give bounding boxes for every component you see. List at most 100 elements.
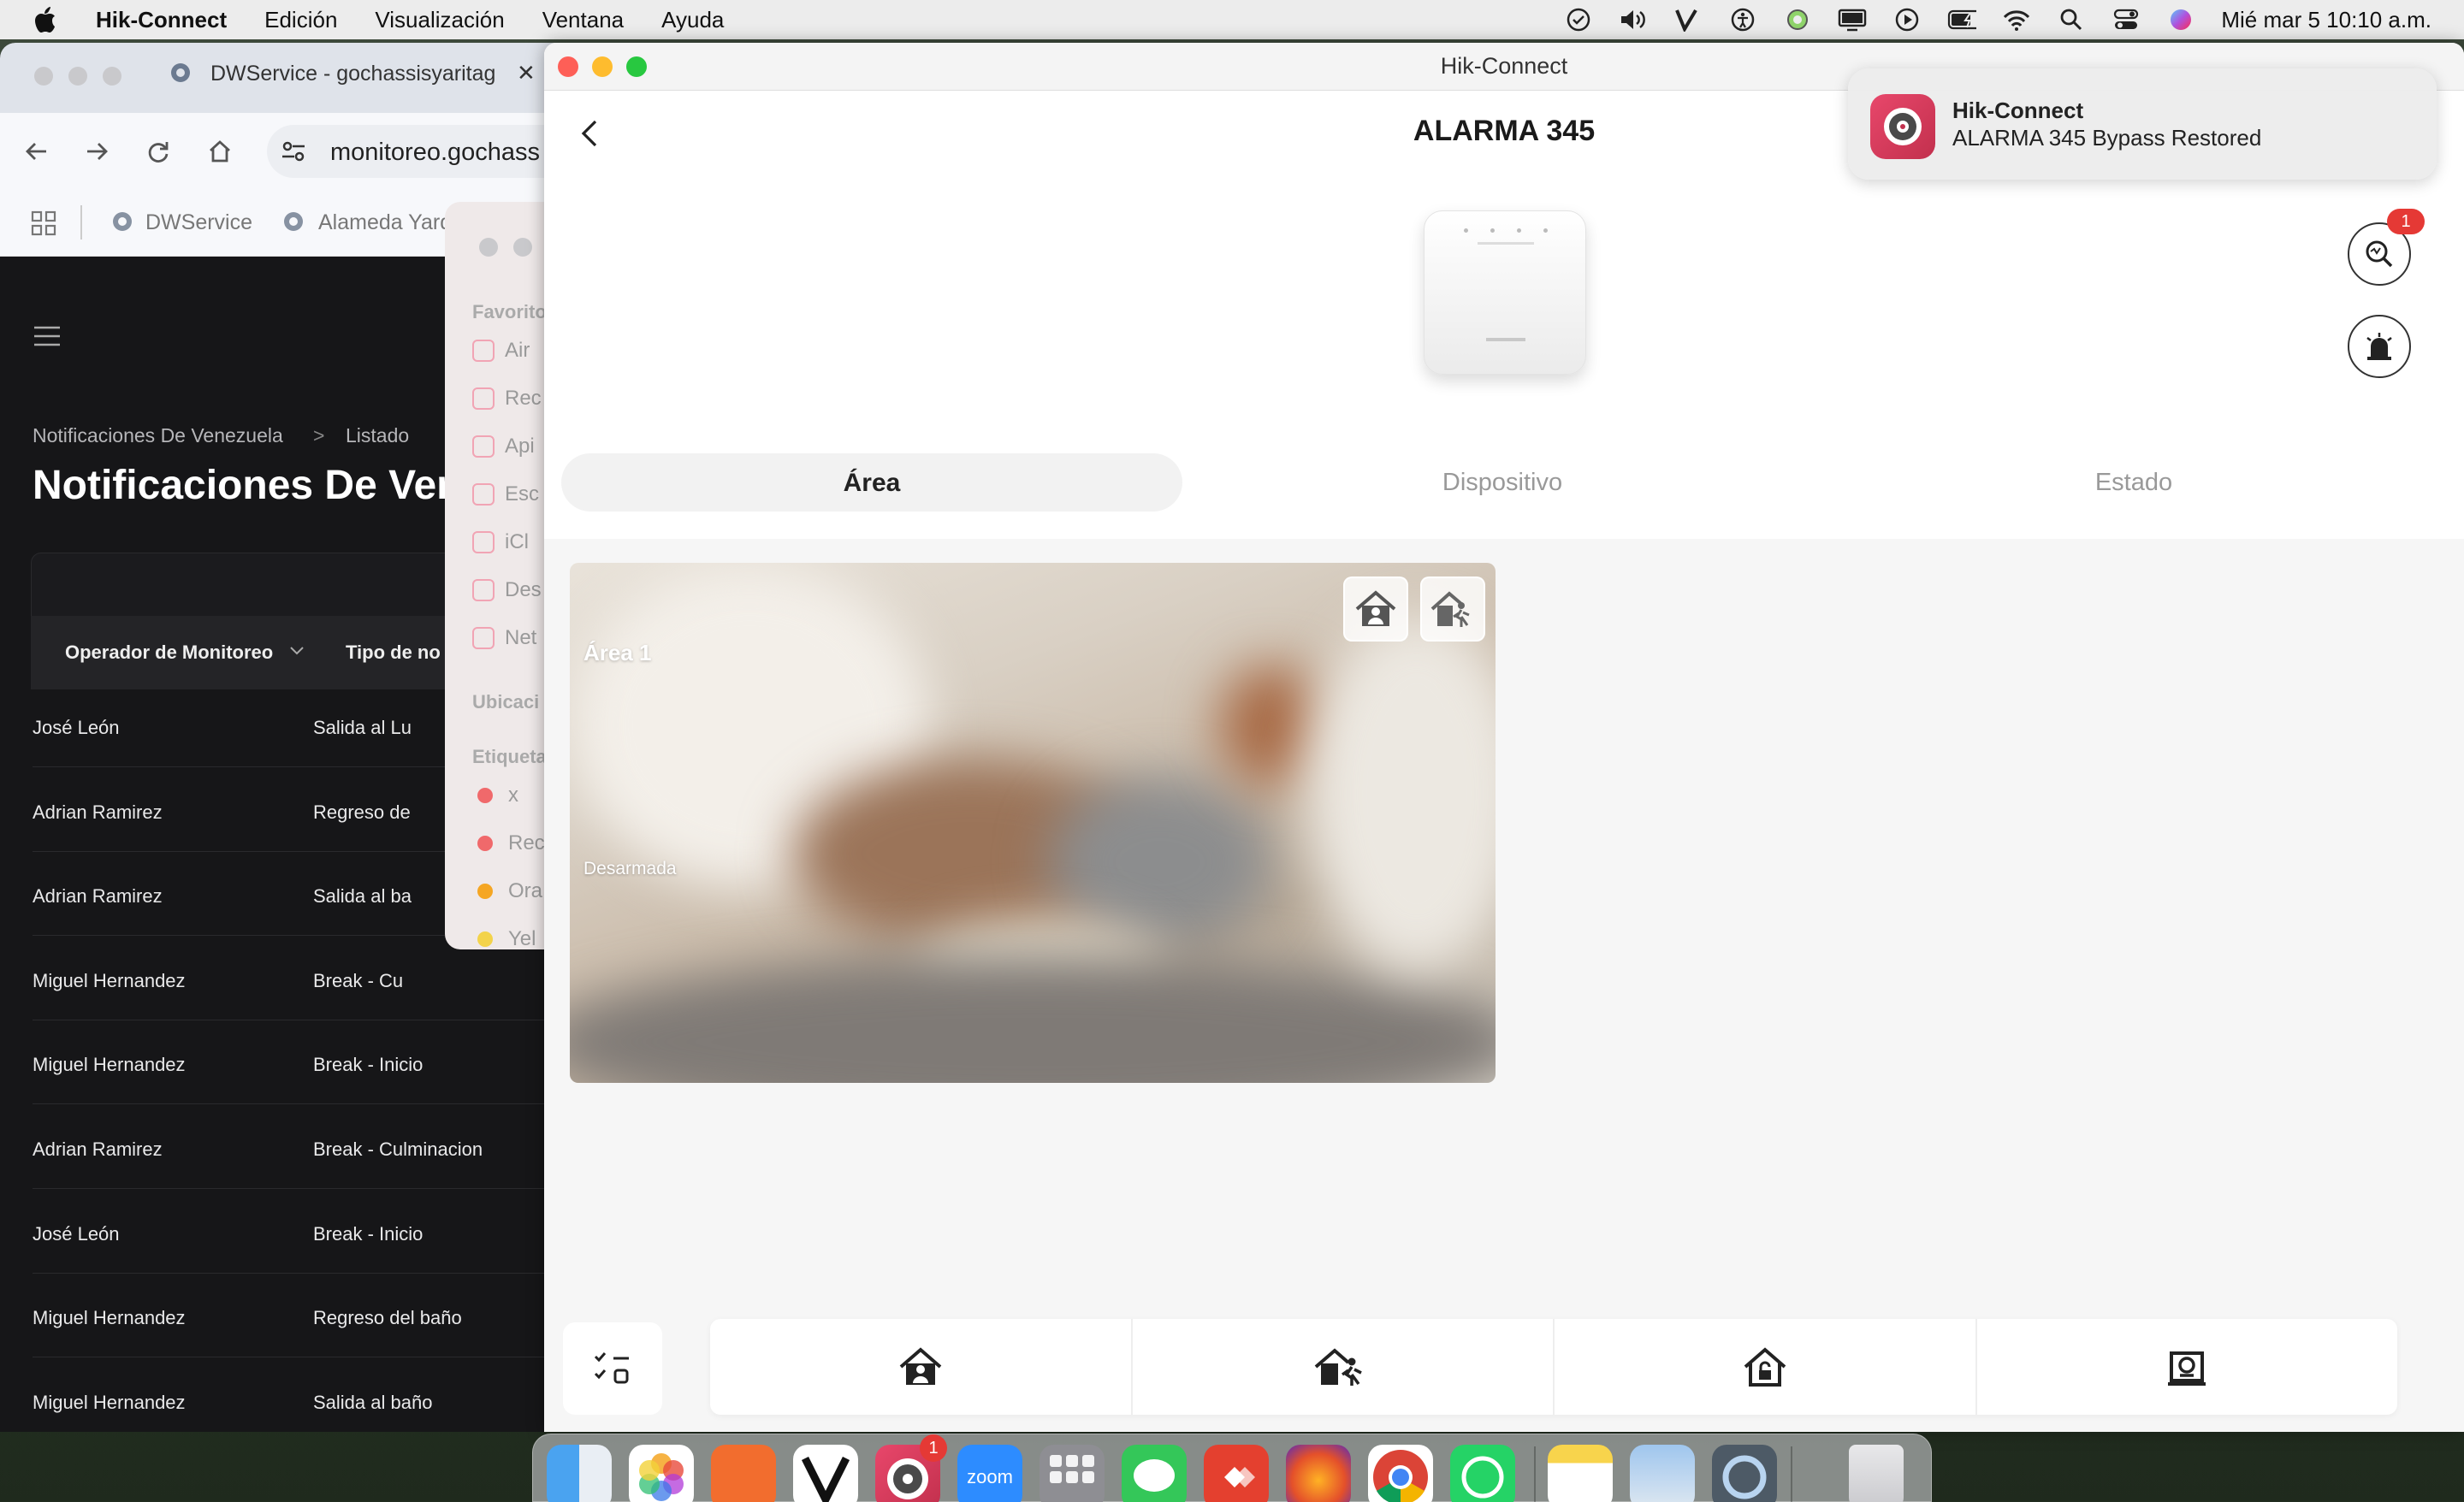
column-header-tipo[interactable]: Tipo de no	[346, 642, 441, 664]
chevron-down-icon[interactable]	[289, 645, 305, 661]
breadcrumb-item-2[interactable]: Listado	[346, 424, 409, 447]
browser-tab-title[interactable]: DWService - gochassisyaritag	[210, 62, 498, 86]
finder-favorites-label: Favorito	[472, 301, 547, 322]
finder-sidebar-item[interactable]: iCl	[472, 530, 529, 554]
away-arm-all-button[interactable]	[1133, 1319, 1555, 1415]
event-search-button[interactable]: 1	[2348, 209, 2425, 286]
table-row[interactable]: Miguel Hernandez Salida al baño	[33, 1364, 580, 1432]
table-row[interactable]: Miguel Hernandez Regreso del baño	[33, 1280, 580, 1358]
siri-icon[interactable]	[2166, 8, 2195, 32]
close-window-dot[interactable]	[34, 67, 53, 86]
search-icon[interactable]	[2057, 8, 2086, 32]
tab-dispositivo[interactable]: Dispositivo	[1348, 469, 1656, 497]
firefox-dock-icon[interactable]	[1286, 1445, 1351, 1502]
whatsapp-dock-icon[interactable]	[1450, 1445, 1515, 1502]
home-person-icon	[899, 1347, 942, 1385]
vectorworks-icon[interactable]	[1673, 8, 1703, 32]
finder-tag-item[interactable]: Rec	[477, 831, 545, 855]
hik-connect-dock-icon[interactable]: 1	[875, 1434, 947, 1502]
siren-button[interactable]	[2348, 315, 2411, 378]
rd-client-dock-icon[interactable]	[711, 1445, 776, 1502]
tab-area[interactable]: Área	[561, 453, 1182, 512]
anydesk-dock-icon[interactable]	[1204, 1445, 1269, 1502]
maximize-button[interactable]	[626, 56, 647, 77]
stay-arm-all-button[interactable]	[710, 1319, 1133, 1415]
close-tab-icon[interactable]: ✕	[517, 60, 536, 86]
multi-select-button[interactable]	[563, 1322, 662, 1415]
menu-edicion[interactable]: Edición	[264, 7, 337, 33]
display-icon[interactable]	[1838, 8, 1867, 32]
notification-message: ALARMA 345 Bypass Restored	[1952, 125, 2262, 151]
area-card[interactable]: Área 1 Desarmada	[570, 563, 1496, 1083]
address-bar[interactable]: monitoreo.gochass	[267, 125, 582, 178]
tab-estado[interactable]: Estado	[1980, 469, 2288, 497]
column-header-operador[interactable]: Operador de Monitoreo	[65, 642, 273, 664]
menu-visualizacion[interactable]: Visualización	[375, 7, 504, 33]
bookmark-alameda[interactable]: Alameda Yard	[318, 210, 452, 235]
photos-dock-icon[interactable]	[629, 1445, 694, 1502]
volume-icon[interactable]	[1619, 8, 1648, 32]
finder-tag-item[interactable]: x	[477, 784, 518, 807]
apple-icon[interactable]	[33, 6, 67, 33]
menu-app-name[interactable]: Hik-Connect	[96, 7, 227, 33]
blur-window	[1306, 614, 1496, 973]
vectorworks-dock-icon[interactable]	[793, 1445, 858, 1502]
bookmark-dwservice[interactable]: DWService	[145, 210, 252, 235]
finder-sidebar-item[interactable]: Api	[472, 435, 535, 458]
disarm-all-button[interactable]	[1555, 1319, 1977, 1415]
breadcrumb-item-1[interactable]: Notificaciones De Venezuela	[33, 424, 283, 447]
table-row[interactable]: José León Break - Inicio	[33, 1196, 580, 1274]
zoom-dock-icon[interactable]: zoom	[957, 1445, 1022, 1502]
notes-dock-icon[interactable]	[1548, 1445, 1613, 1502]
home-icon[interactable]	[207, 139, 233, 169]
finder-sidebar-item[interactable]: Net	[472, 626, 536, 650]
finder-sidebar-item[interactable]: Air	[472, 339, 530, 363]
finder-item-label: Des	[505, 578, 542, 601]
finder-sidebar-item[interactable]: Rec	[472, 387, 542, 411]
finder-tag-item[interactable]: Ora	[477, 879, 542, 903]
menu-ayuda[interactable]: Ayuda	[661, 7, 724, 33]
table-row[interactable]: Miguel Hernandez Break - Inicio	[33, 1026, 580, 1105]
folder-icon	[472, 531, 495, 553]
minimize-button[interactable]	[592, 56, 613, 77]
chrome-dock-icon[interactable]	[1368, 1445, 1433, 1502]
minimize-window-dot[interactable]	[68, 67, 87, 86]
reload-icon[interactable]	[145, 139, 171, 169]
table-row[interactable]: Miguel Hernandez Break - Cu	[33, 943, 580, 1020]
maximize-window-dot[interactable]	[103, 67, 121, 86]
close-button[interactable]	[558, 56, 578, 77]
gear-status-icon[interactable]	[1783, 8, 1812, 32]
hamburger-menu-icon[interactable]	[33, 325, 62, 352]
site-settings-icon[interactable]	[281, 139, 306, 169]
away-arm-button[interactable]	[1420, 577, 1485, 642]
play-icon[interactable]	[1892, 8, 1922, 32]
page-title: Notificaciones De Ven	[33, 463, 462, 508]
table-row[interactable]: Adrian Ramirez Break - Culminacion	[33, 1111, 580, 1189]
clear-alarm-button[interactable]	[1977, 1319, 2398, 1415]
tab-area-label: Área	[843, 469, 901, 497]
messages-dock-icon[interactable]	[1122, 1445, 1187, 1502]
finder-sidebar-item[interactable]: Des	[472, 578, 542, 602]
finder-dock-icon[interactable]	[547, 1445, 612, 1502]
finder-close-dot[interactable]	[479, 238, 498, 257]
wifi-icon[interactable]	[2002, 8, 2031, 32]
finder-minimize-dot[interactable]	[513, 238, 532, 257]
forward-arrow-icon[interactable]	[84, 139, 110, 169]
launchpad-dock-icon[interactable]	[1040, 1445, 1105, 1502]
notification-banner[interactable]: Hik-Connect ALARMA 345 Bypass Restored	[1848, 68, 2437, 180]
trash-dock-icon[interactable]	[1849, 1445, 1904, 1502]
accessibility-icon[interactable]	[1728, 8, 1757, 32]
control-center-icon[interactable]	[2112, 8, 2141, 32]
preview-dock-icon[interactable]	[1630, 1445, 1695, 1502]
apps-grid-icon[interactable]	[31, 210, 56, 240]
url-text[interactable]: monitoreo.gochass	[330, 139, 540, 167]
menu-ventana[interactable]: Ventana	[542, 7, 624, 33]
quicktime-dock-icon[interactable]	[1712, 1445, 1777, 1502]
finder-sidebar-item[interactable]: Esc	[472, 482, 539, 506]
battery-icon[interactable]	[1947, 8, 1977, 32]
checkmark-status-icon[interactable]	[1564, 8, 1593, 32]
stay-arm-button[interactable]	[1343, 577, 1408, 642]
clock[interactable]: Mié mar 5 10:10 a.m.	[2221, 7, 2431, 33]
back-arrow-icon[interactable]	[24, 139, 50, 169]
finder-tag-item[interactable]: Yel	[477, 927, 536, 949]
